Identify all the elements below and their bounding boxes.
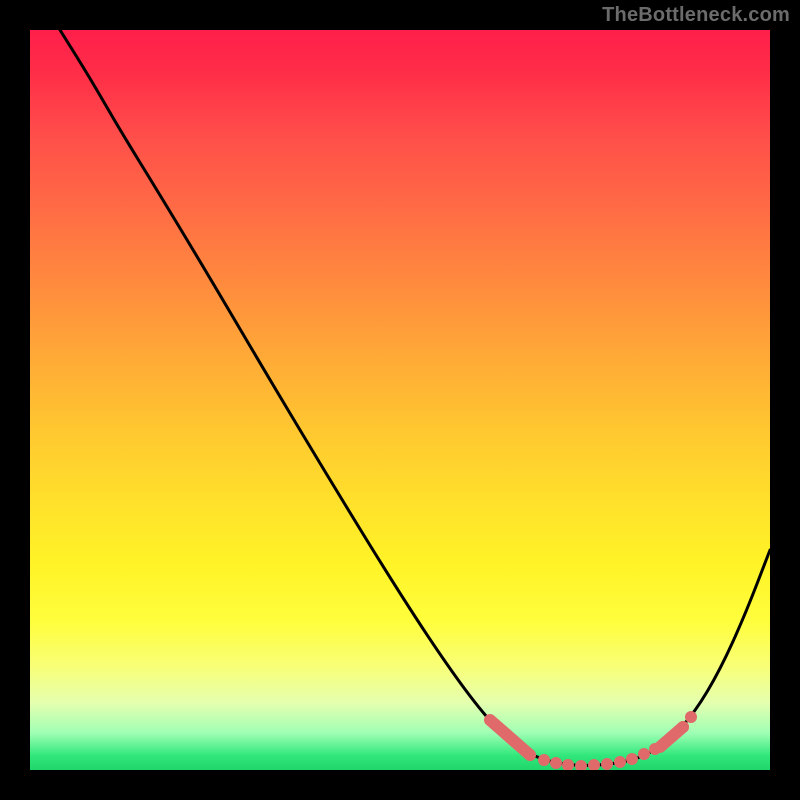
marker-dot <box>562 759 574 770</box>
marker-dot <box>626 753 638 765</box>
marker-dot <box>638 748 650 760</box>
marker-dot <box>649 743 661 755</box>
marker-dot <box>614 756 626 768</box>
marker-dot <box>588 759 600 770</box>
marker-dot <box>677 721 689 733</box>
marker-cap <box>490 720 530 755</box>
plot-area <box>30 30 770 770</box>
optimal-range-markers <box>490 711 697 770</box>
marker-dot <box>575 760 587 770</box>
watermark-text: TheBottleneck.com <box>602 4 790 27</box>
chart-frame: TheBottleneck.com <box>0 0 800 800</box>
chart-overlay <box>30 30 770 770</box>
bottleneck-curve <box>60 30 770 765</box>
marker-dot <box>538 754 550 766</box>
marker-dot <box>550 757 562 769</box>
marker-dot <box>601 758 613 770</box>
marker-dot <box>685 711 697 723</box>
marker-dot <box>524 749 536 761</box>
